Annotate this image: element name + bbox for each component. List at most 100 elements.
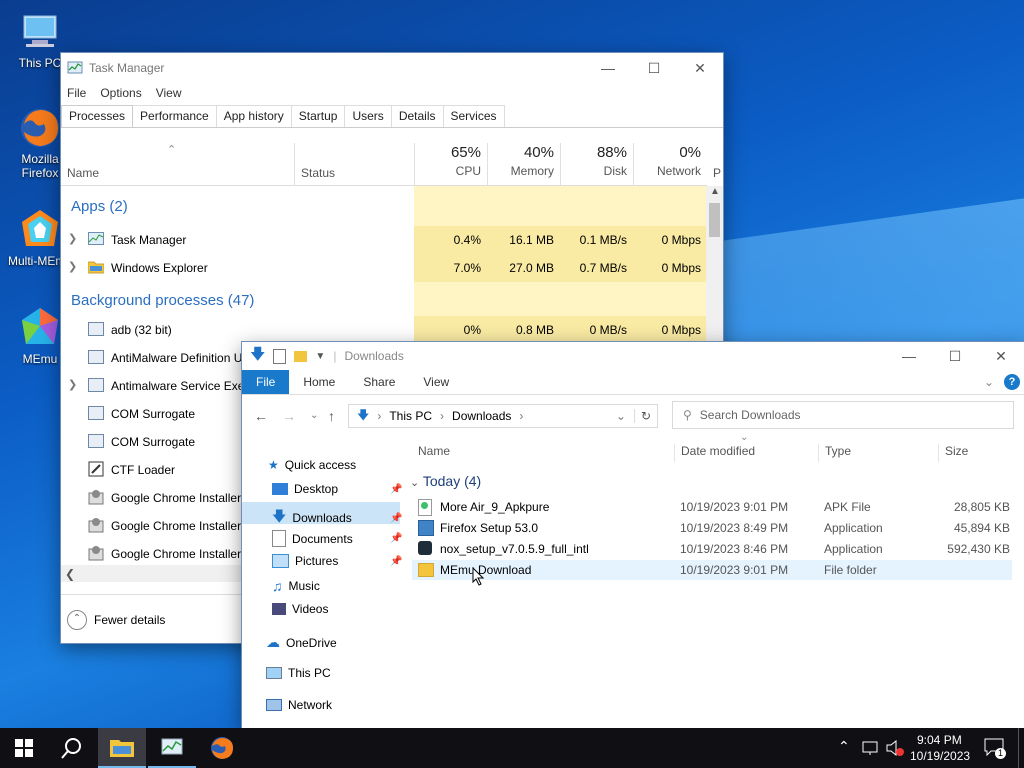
folder-icon (418, 563, 434, 577)
chevron-down-icon[interactable]: ▼ (315, 351, 325, 362)
process-row[interactable]: ❯ Task Manager 0.4% 16.1 MB 0.1 MB/s 0 M… (61, 226, 707, 254)
apps-group-header[interactable]: Apps (2) (71, 198, 128, 215)
show-hidden-icons[interactable]: ⌃ (838, 738, 850, 755)
recent-locations-icon[interactable]: ⌄ (310, 410, 318, 421)
tab-app-history[interactable]: App history (215, 105, 292, 127)
address-bar[interactable]: 🡇 › This PC › Downloads › ⌄ ↻ (348, 404, 658, 428)
chevron-right-icon[interactable]: ❯ (68, 378, 77, 391)
nav-network[interactable]: Network (266, 698, 332, 712)
column-status[interactable]: Status (294, 143, 419, 185)
up-arrow-icon[interactable]: ↑ (328, 408, 335, 424)
nav-onedrive[interactable]: ☁ OneDrive (266, 634, 337, 651)
column-type[interactable]: Type (818, 444, 851, 462)
task-manager-icon (161, 738, 183, 755)
tab-users[interactable]: Users (344, 105, 392, 127)
show-desktop-button[interactable] (1018, 728, 1024, 768)
column-size[interactable]: Size (938, 444, 968, 462)
file-row[interactable]: More Air_9_Apkpure 10/19/2023 9:01 PM AP… (412, 497, 1012, 517)
new-folder-icon[interactable] (294, 350, 308, 362)
ribbon-view-tab[interactable]: View (409, 370, 463, 394)
explorer-titlebar[interactable]: 🡇 ▼ | Downloads — ☐ ✕ (242, 342, 1024, 370)
nav-quick-access[interactable]: ★ Quick access (268, 458, 356, 472)
forward-arrow-icon[interactable]: → (282, 408, 296, 424)
start-button[interactable] (0, 728, 48, 768)
tab-processes[interactable]: Processes (61, 105, 134, 127)
minimize-button[interactable]: — (886, 341, 932, 371)
tab-details[interactable]: Details (390, 105, 444, 127)
file-row[interactable]: nox_setup_v7.0.5.9_full_intl 10/19/2023 … (412, 539, 1012, 559)
nav-videos[interactable]: Videos (272, 602, 328, 616)
background-group-header[interactable]: Background processes (47) (71, 292, 254, 309)
clock-date[interactable]: 10/19/2023 (910, 749, 970, 763)
tab-services[interactable]: Services (442, 105, 505, 127)
nav-music[interactable]: ♫ Music (272, 578, 320, 594)
column-power[interactable]: P (713, 166, 721, 180)
column-cpu[interactable]: 65% CPU (414, 143, 487, 185)
file-row[interactable]: MEmu Download 10/19/2023 9:01 PM File fo… (412, 560, 1012, 580)
taskbar-firefox[interactable] (198, 728, 246, 768)
column-name[interactable]: Name (67, 166, 99, 180)
menu-view[interactable]: View (156, 86, 182, 100)
chevron-right-icon[interactable]: ❯ (68, 232, 77, 245)
search-button[interactable] (48, 728, 96, 768)
column-name[interactable]: Name (418, 444, 450, 458)
nav-downloads[interactable]: 🡇 Downloads 📌 (272, 506, 402, 530)
maximize-button[interactable]: ☐ (932, 341, 978, 371)
nav-pictures[interactable]: Pictures 📌 (272, 554, 402, 568)
volume-muted-icon[interactable] (886, 739, 904, 759)
scroll-up-icon[interactable]: ▲ (710, 186, 720, 197)
process-row[interactable]: adb (32 bit) 0% 0.8 MB 0 MB/s 0 Mbps (61, 316, 707, 344)
group-label: Today (4) (422, 473, 482, 489)
pin-icon[interactable]: 📌 (390, 556, 402, 567)
nav-desktop[interactable]: Desktop 📌 (272, 482, 402, 496)
column-date-modified[interactable]: Date modified (674, 444, 755, 462)
tab-startup[interactable]: Startup (290, 105, 346, 127)
chevron-right-icon[interactable]: ❯ (68, 260, 77, 273)
pin-icon[interactable]: 📌 (390, 513, 402, 524)
task-manager-menu: File Options View (61, 83, 723, 103)
search-box[interactable]: ⚲ Search Downloads (672, 401, 1014, 429)
nav-label: Downloads (292, 511, 352, 525)
network-status-icon[interactable] (862, 740, 880, 759)
process-row[interactable]: ❯ Windows Explorer 7.0% 27.0 MB 0.7 MB/s… (61, 254, 707, 282)
column-network[interactable]: 0% Network (633, 143, 707, 185)
nox-app-icon (418, 541, 432, 555)
file-row[interactable]: Firefox Setup 53.0 10/19/2023 8:49 PM Ap… (412, 518, 1012, 538)
close-button[interactable]: ✕ (978, 341, 1024, 371)
pin-icon[interactable]: 📌 (390, 484, 402, 495)
properties-icon[interactable] (273, 348, 287, 364)
nav-documents[interactable]: Documents 📌 (272, 530, 402, 547)
taskbar-task-manager[interactable] (148, 728, 196, 768)
address-dropdown-icon[interactable]: ⌄ (616, 409, 626, 423)
file-name: More Air_9_Apkpure (440, 500, 550, 514)
back-arrow-icon[interactable]: ← (254, 408, 268, 424)
breadcrumb-this-pc[interactable]: This PC (389, 409, 432, 423)
mouse-cursor-icon (472, 566, 485, 589)
scroll-thumb[interactable] (709, 203, 720, 237)
pin-icon[interactable]: 📌 (390, 533, 402, 544)
breadcrumb-downloads[interactable]: Downloads (452, 409, 511, 423)
file-group-header[interactable]: ⌄ Today (4) (410, 473, 481, 489)
menu-file[interactable]: File (67, 86, 86, 100)
tab-performance[interactable]: Performance (132, 105, 217, 127)
column-disk[interactable]: 88% Disk (560, 143, 633, 185)
help-icon[interactable]: ? (1004, 374, 1020, 390)
taskbar-file-explorer[interactable] (98, 728, 146, 768)
nav-this-pc[interactable]: This PC (266, 666, 331, 680)
minimize-button[interactable]: — (585, 53, 631, 83)
close-button[interactable]: ✕ (677, 53, 723, 83)
collapse-circle-icon[interactable]: ⌃ (67, 610, 87, 630)
ribbon-home-tab[interactable]: Home (289, 370, 349, 394)
maximize-button[interactable]: ☐ (631, 53, 677, 83)
column-memory[interactable]: 40% Memory (487, 143, 560, 185)
clock-time[interactable]: 9:04 PM (917, 733, 962, 747)
file-type: Application (824, 521, 883, 535)
expand-ribbon-icon[interactable]: ⌄ (984, 375, 994, 389)
refresh-icon[interactable]: ↻ (633, 409, 657, 423)
scroll-left-icon[interactable]: ❮ (65, 567, 75, 581)
ribbon-file-tab[interactable]: File (242, 370, 290, 394)
task-manager-titlebar[interactable]: Task Manager — ☐ ✕ (61, 53, 723, 83)
fewer-details-link[interactable]: Fewer details (94, 613, 165, 627)
menu-options[interactable]: Options (100, 86, 141, 100)
ribbon-share-tab[interactable]: Share (349, 370, 409, 394)
